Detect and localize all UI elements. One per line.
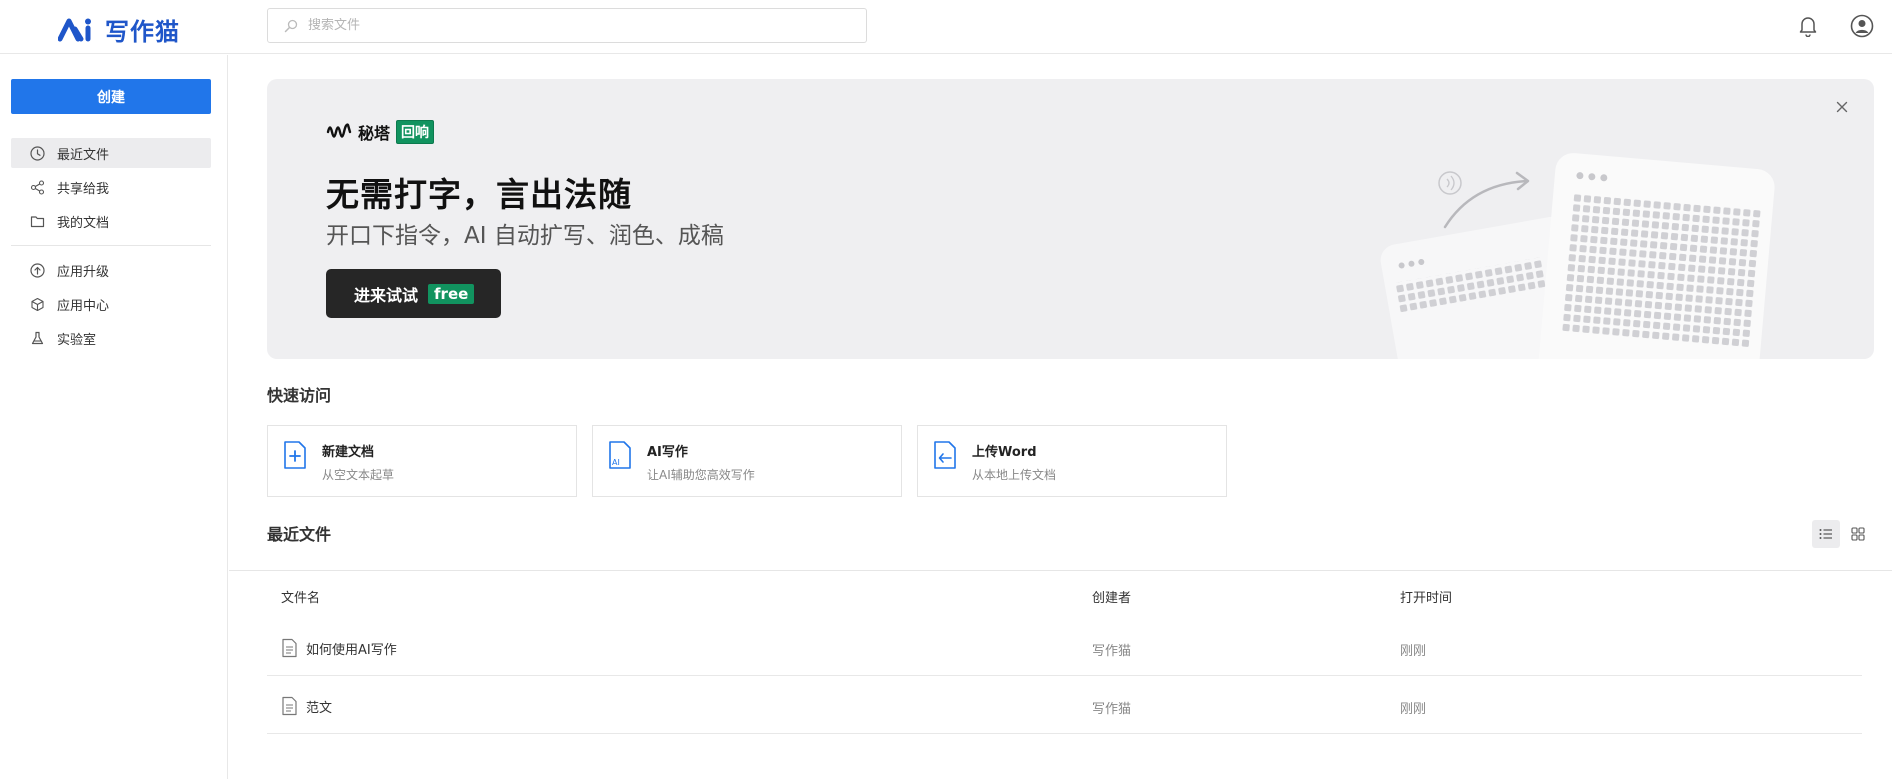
- document-icon: [282, 638, 297, 658]
- notification-button[interactable]: [1794, 12, 1822, 40]
- sidebar-item-recent[interactable]: 最近文件: [11, 138, 211, 168]
- search-icon: [284, 19, 298, 32]
- file-creator: 写作猫: [1092, 644, 1132, 659]
- file-opened-time: 刚刚: [1400, 702, 1427, 717]
- brand-tag: 回响: [396, 120, 435, 144]
- waveform-icon: [326, 123, 352, 138]
- quick-card-desc: 从空文本起草: [322, 468, 395, 482]
- quick-card-title: 上传Word: [972, 445, 1037, 460]
- search-input[interactable]: [308, 18, 848, 33]
- document-icon: [282, 696, 297, 716]
- list-view-toggle[interactable]: [1812, 520, 1840, 548]
- quick-card-title: AI写作: [647, 445, 688, 460]
- banner-title: 无需打字，言出法随: [326, 175, 632, 214]
- quick-access-title: 快速访问: [267, 386, 332, 405]
- sidebar-item-upgrade[interactable]: 应用升级: [11, 255, 211, 285]
- list-view-icon: [1819, 529, 1832, 539]
- file-name-cell: 如何使用AI写作: [281, 638, 397, 658]
- share-icon: [30, 179, 45, 195]
- file-name: 如何使用AI写作: [306, 642, 397, 658]
- sidebar-item-label: 应用中心: [57, 298, 110, 314]
- quick-upload-word-card[interactable]: 上传Word 从本地上传文档: [917, 425, 1227, 497]
- flask-icon: [31, 331, 44, 344]
- banner-illustration: [1380, 153, 1775, 359]
- sidebar-item-lab[interactable]: 实验室: [11, 323, 211, 353]
- brand-name: 秘塔: [358, 124, 391, 143]
- list-divider: [229, 570, 1892, 571]
- top-bar: 写作猫: [0, 0, 1892, 54]
- user-icon: [1850, 14, 1874, 38]
- grid-view-icon: [1851, 527, 1865, 541]
- promo-banner[interactable]: 秘塔 回响 无需打字，言出法随 开口下指令，AI 自动扩写、润色、成稿 进来试试…: [267, 79, 1874, 359]
- banner-subtitle: 开口下指令，AI 自动扩写、润色、成稿: [326, 223, 724, 249]
- sidebar-item-label: 应用升级: [57, 264, 110, 280]
- banner-brand: 秘塔 回响: [326, 120, 435, 144]
- sidebar-item-my-docs[interactable]: 我的文档: [11, 206, 211, 236]
- quick-card-desc: 从本地上传文档: [972, 468, 1057, 482]
- recent-files-title: 最近文件: [267, 525, 332, 544]
- file-opened-time: 刚刚: [1400, 644, 1427, 659]
- sidebar: 创建 最近文件 共享给我 我的文档 应用升级 应用中心 实验室: [0, 55, 228, 779]
- quick-ai-write-card[interactable]: AI AI写作 让AI辅助您高效写作: [592, 425, 902, 497]
- user-avatar-button[interactable]: [1848, 12, 1876, 40]
- create-button[interactable]: 创建: [11, 79, 211, 114]
- folder-icon: [30, 215, 45, 227]
- sidebar-divider: [11, 245, 211, 246]
- sidebar-item-app-center[interactable]: 应用中心: [11, 289, 211, 319]
- banner-close-button[interactable]: [1832, 97, 1852, 117]
- sidebar-item-label: 最近文件: [57, 147, 110, 163]
- main-content: 秘塔 回响 无需打字，言出法随 开口下指令，AI 自动扩写、润色、成稿 进来试试…: [229, 55, 1892, 779]
- grid-view-toggle[interactable]: [1844, 520, 1872, 548]
- free-badge: free: [428, 283, 475, 304]
- file-name-cell: 范文: [281, 696, 332, 716]
- file-name: 范文: [306, 700, 333, 716]
- search-box[interactable]: [267, 8, 867, 43]
- quick-card-desc: 让AI辅助您高效写作: [647, 468, 755, 482]
- file-creator: 写作猫: [1092, 702, 1132, 717]
- ai-write-icon: AI: [609, 441, 631, 469]
- app-logo[interactable]: 写作猫: [58, 12, 180, 47]
- upgrade-icon: [30, 262, 45, 278]
- table-row[interactable]: 如何使用AI写作 写作猫 刚刚: [267, 619, 1862, 676]
- column-header-opened: 打开时间: [1400, 591, 1453, 606]
- close-icon: [1836, 101, 1848, 113]
- new-doc-icon: [284, 441, 306, 469]
- table-row[interactable]: 范文 写作猫 刚刚: [267, 677, 1862, 734]
- upload-word-icon: [934, 441, 956, 469]
- sidebar-item-shared[interactable]: 共享给我: [11, 172, 211, 202]
- app-name: 写作猫: [105, 17, 180, 46]
- sidebar-item-label: 实验室: [57, 332, 97, 348]
- cube-icon: [31, 297, 44, 311]
- clock-icon: [30, 145, 45, 161]
- column-header-creator: 创建者: [1092, 591, 1132, 606]
- try-it-button[interactable]: 进来试试 free: [326, 269, 501, 318]
- column-header-name: 文件名: [281, 591, 321, 606]
- svg-text:AI: AI: [612, 458, 620, 467]
- bell-icon: [1799, 17, 1817, 37]
- sidebar-item-label: 我的文档: [57, 215, 110, 231]
- sidebar-item-label: 共享给我: [57, 181, 110, 197]
- logo-icon: [58, 18, 91, 41]
- try-it-label: 进来试试: [354, 285, 419, 305]
- quick-card-title: 新建文档: [322, 445, 375, 460]
- quick-new-doc-card[interactable]: 新建文档 从空文本起草: [267, 425, 577, 497]
